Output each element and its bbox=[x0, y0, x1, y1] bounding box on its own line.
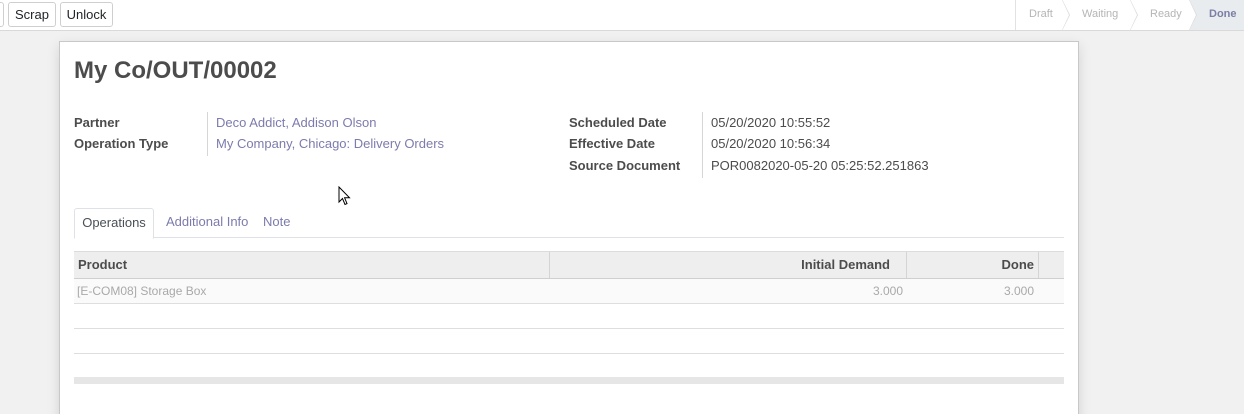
tab-note[interactable]: Note bbox=[263, 208, 290, 238]
column-header-done[interactable]: Done bbox=[907, 252, 1035, 278]
stage-ready[interactable]: Ready bbox=[1130, 0, 1197, 31]
control-panel: Scrap Unlock Draft Waiting Ready Done bbox=[0, 0, 1244, 31]
partner-link[interactable]: Deco Addict, Addison Olson bbox=[216, 115, 376, 130]
scrap-button[interactable]: Scrap bbox=[8, 2, 56, 27]
operation-type-link[interactable]: My Company, Chicago: Delivery Orders bbox=[216, 136, 444, 151]
effective-date-label: Effective Date bbox=[569, 136, 655, 151]
unlock-button[interactable]: Unlock bbox=[60, 2, 113, 27]
tab-operations[interactable]: Operations bbox=[74, 208, 154, 239]
partner-label: Partner bbox=[74, 115, 120, 130]
effective-date-value: 05/20/2020 10:56:34 bbox=[711, 136, 831, 151]
left-group-divider bbox=[207, 112, 208, 156]
stage-done[interactable]: Done bbox=[1189, 0, 1244, 30]
empty-table-row bbox=[74, 329, 1064, 354]
source-document-label: Source Document bbox=[569, 158, 681, 173]
column-header-product[interactable]: Product bbox=[78, 252, 127, 278]
table-header: Product Initial Demand Done bbox=[74, 251, 1064, 279]
operations-table: Product Initial Demand Done [E-COM08] St… bbox=[74, 251, 1064, 384]
done-cell: 3.000 bbox=[1003, 284, 1034, 298]
initial-demand-cell: 3.000 bbox=[872, 284, 903, 298]
table-footer bbox=[74, 377, 1064, 384]
stage-draft[interactable]: Draft bbox=[1016, 0, 1070, 31]
record-title: My Co/OUT/00002 bbox=[74, 57, 277, 84]
column-header-initial-demand[interactable]: Initial Demand bbox=[550, 252, 890, 278]
stage-waiting[interactable]: Waiting bbox=[1062, 0, 1138, 31]
table-row[interactable]: [E-COM08] Storage Box 3.000 3.000 bbox=[74, 279, 1064, 304]
operation-type-label: Operation Type bbox=[74, 136, 169, 151]
empty-table-row bbox=[74, 304, 1064, 329]
scheduled-date-value: 05/20/2020 10:55:52 bbox=[711, 115, 831, 130]
right-group-divider bbox=[702, 112, 703, 178]
source-document-value: POR0082020-05-20 05:25:52.251863 bbox=[711, 158, 929, 173]
tab-additional-info[interactable]: Additional Info bbox=[166, 208, 248, 238]
product-cell: [E-COM08] Storage Box bbox=[77, 284, 207, 298]
scheduled-date-label: Scheduled Date bbox=[569, 115, 667, 130]
hidden-action-button[interactable] bbox=[0, 2, 4, 27]
form-sheet: My Co/OUT/00002 Partner Deco Addict, Add… bbox=[59, 41, 1079, 414]
status-bar: Draft Waiting Ready Done bbox=[1015, 0, 1244, 31]
notebook-tabs: Operations Additional Info Note bbox=[74, 208, 1064, 239]
mouse-pointer-icon bbox=[338, 186, 351, 206]
column-resize-handle[interactable] bbox=[1038, 252, 1039, 278]
